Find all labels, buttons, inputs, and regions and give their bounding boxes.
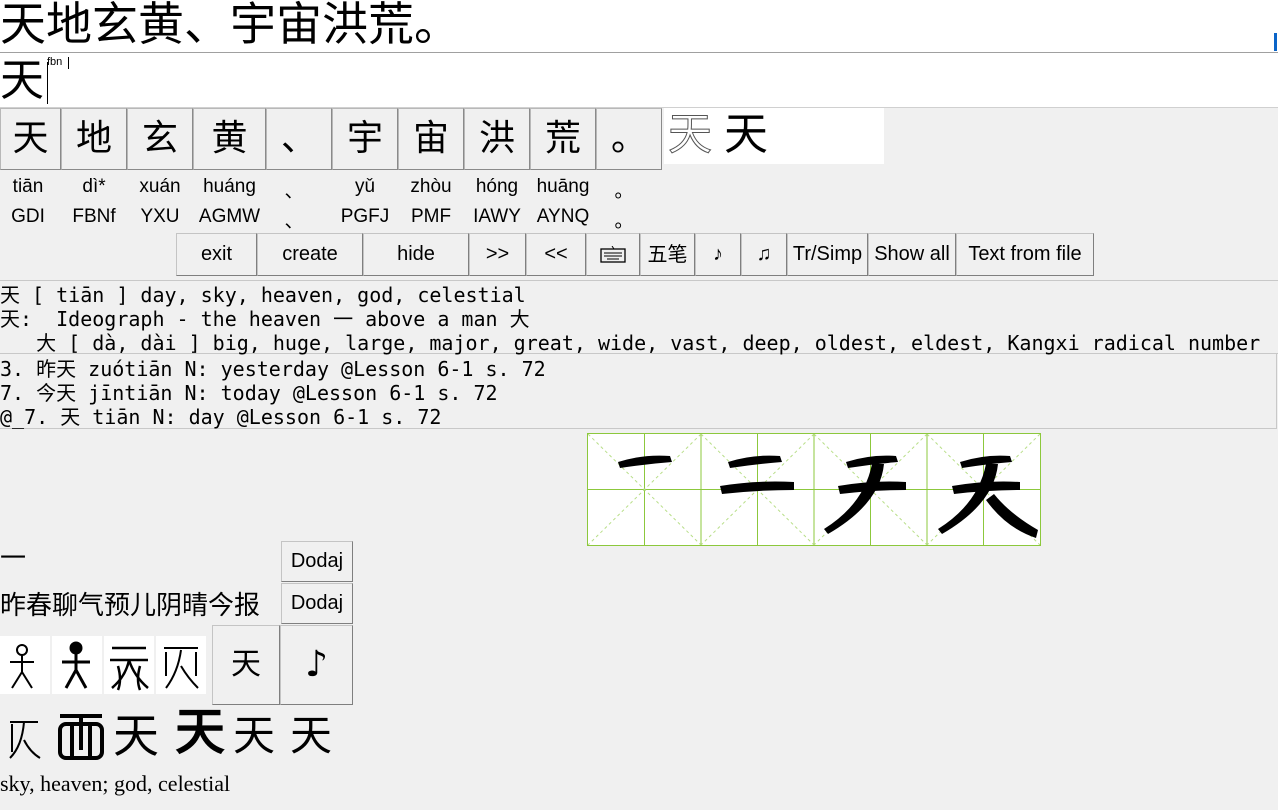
input-caret <box>47 62 48 104</box>
input-code-label: 。 <box>614 211 634 232</box>
variant-char: 天 <box>175 702 225 761</box>
wubi-button[interactable]: 五笔 <box>640 233 695 276</box>
char-button[interactable]: 玄 <box>127 108 193 170</box>
trsimp-button[interactable]: Tr/Simp <box>787 233 868 276</box>
input-code-label: YXU <box>140 206 180 227</box>
input-code-label: PMF <box>410 206 452 227</box>
dict-line: 天: Ideograph - the heaven 一 above a man … <box>0 307 530 331</box>
char-button[interactable]: 黄 <box>193 108 266 170</box>
seal-char-button[interactable]: 天 <box>212 625 280 705</box>
input-char: 天 <box>0 55 44 106</box>
char-button[interactable]: 。 <box>596 108 662 170</box>
exit-button[interactable]: exit <box>176 233 257 276</box>
clerical-glyph <box>156 636 206 694</box>
related-chars-label: 昨春聊气预儿阴晴今报 <box>0 591 261 621</box>
next-button[interactable]: >> <box>469 233 526 276</box>
stroke-preview: 天 天 <box>664 108 884 164</box>
lesson-line: @_7. 天 tiān N: day @Lesson 6-1 s. 72 <box>0 405 442 429</box>
pinyin: hóng <box>475 176 519 197</box>
pinyin: dì* <box>82 176 106 197</box>
variant-glyph-2 <box>56 710 106 766</box>
seal-glyph <box>104 636 154 694</box>
char-button[interactable]: 荒 <box>530 108 596 170</box>
lesson-line: 7. 今天 jīntiān N: today @Lesson 6-1 s. 72 <box>0 381 498 405</box>
code-caret <box>68 57 69 69</box>
variant-char: 天 <box>290 711 333 760</box>
dict-line: 大 [ dà, dài ] big, huge, large, major, g… <box>0 331 1261 355</box>
pinyin: tiān <box>12 176 44 197</box>
char-button[interactable]: 宇 <box>332 108 398 170</box>
input-code: fbn <box>47 56 63 68</box>
bronze-glyph <box>52 636 102 694</box>
dictionary-panel: 天 [ tiān ] day, sky, heaven, god, celest… <box>0 280 1278 355</box>
char-button[interactable]: 、 <box>266 108 332 170</box>
double-note-icon[interactable]: ♫ <box>741 233 787 276</box>
filled-char: 天 <box>724 109 768 160</box>
add-button[interactable]: Dodaj <box>281 583 353 624</box>
input-code-label: GDI <box>11 206 45 227</box>
text-line-content: 天地玄黄、宇宙洪荒。 <box>0 0 460 51</box>
input-code-label: FBNf <box>72 206 116 227</box>
note-icon[interactable]: ♪ <box>695 233 741 276</box>
input-row[interactable] <box>0 53 1278 108</box>
dict-line: 天 [ tiān ] day, sky, heaven, god, celest… <box>0 283 526 307</box>
prev-button[interactable]: << <box>526 233 586 276</box>
lesson-line: 3. 昨天 zuótiān N: yesterday @Lesson 6-1 s… <box>0 357 546 381</box>
variant-glyph-1 <box>4 712 44 766</box>
textfromfile-button[interactable]: Text from file <box>956 233 1094 276</box>
pinyin: 。 <box>614 181 634 202</box>
lesson-panel: 3. 昨天 zuótiān N: yesterday @Lesson 6-1 s… <box>0 354 1277 429</box>
input-code-label: AGMW <box>198 206 261 227</box>
input-code-label: IAWY <box>473 206 521 227</box>
create-button[interactable]: create <box>257 233 363 276</box>
keyboard-icon <box>600 245 626 263</box>
stroke-order-panel <box>587 433 1041 546</box>
char-button[interactable]: 天 <box>0 108 61 170</box>
input-code-label: 、 <box>284 211 304 232</box>
variant-char: 天 <box>233 711 276 760</box>
stroke-order-grid <box>587 433 1041 546</box>
oracle-glyph <box>0 636 50 694</box>
play-sound-icon[interactable]: ♪ <box>280 625 353 705</box>
outline-char: 天 <box>668 109 713 161</box>
char-button[interactable]: 洪 <box>464 108 530 170</box>
pinyin: huāng <box>536 176 590 197</box>
pinyin: zhòu <box>410 176 452 197</box>
showall-button[interactable]: Show all <box>868 233 956 276</box>
pinyin: 、 <box>284 181 304 202</box>
input-code-label: AYNQ <box>536 206 590 227</box>
variant-char: 天 <box>113 709 159 763</box>
pinyin: yǔ <box>354 176 376 197</box>
pinyin: huáng <box>203 176 256 197</box>
keyboard-button[interactable] <box>586 233 640 276</box>
char-button[interactable]: 地 <box>61 108 127 170</box>
scroll-marker <box>1274 33 1277 51</box>
meaning-text: sky, heaven; god, celestial <box>0 771 231 796</box>
char-button[interactable]: 宙 <box>398 108 464 170</box>
hide-button[interactable]: hide <box>363 233 469 276</box>
radical-label: 一 <box>0 544 27 574</box>
input-code-label: PGFJ <box>340 206 390 227</box>
text-line[interactable]: 天地玄黄、宇宙洪荒。 <box>0 0 1278 53</box>
pinyin: xuán <box>139 176 181 197</box>
add-button[interactable]: Dodaj <box>281 541 353 582</box>
